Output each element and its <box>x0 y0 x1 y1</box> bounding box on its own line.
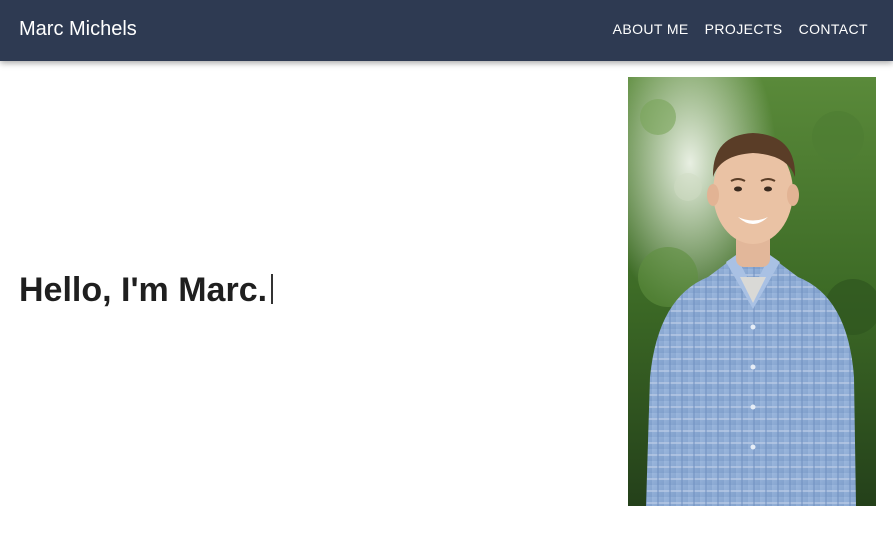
nav-link-projects[interactable]: PROJECTS <box>705 21 783 38</box>
hero-greeting: Hello, I'm Marc. <box>19 270 274 310</box>
nav-links: ABOUT ME PROJECTS CONTACT <box>613 21 868 38</box>
profile-photo <box>628 77 876 506</box>
typing-cursor <box>271 274 274 304</box>
site-brand-link[interactable]: Marc Michels <box>19 17 137 41</box>
nav-link-contact[interactable]: CONTACT <box>799 21 868 38</box>
nav-link-about-me[interactable]: ABOUT ME <box>613 21 689 38</box>
navbar: Marc Michels ABOUT ME PROJECTS CONTACT <box>0 0 893 61</box>
greeting-text: Hello, I'm Marc. <box>19 271 268 309</box>
hero-section: Hello, I'm Marc. <box>0 61 893 547</box>
